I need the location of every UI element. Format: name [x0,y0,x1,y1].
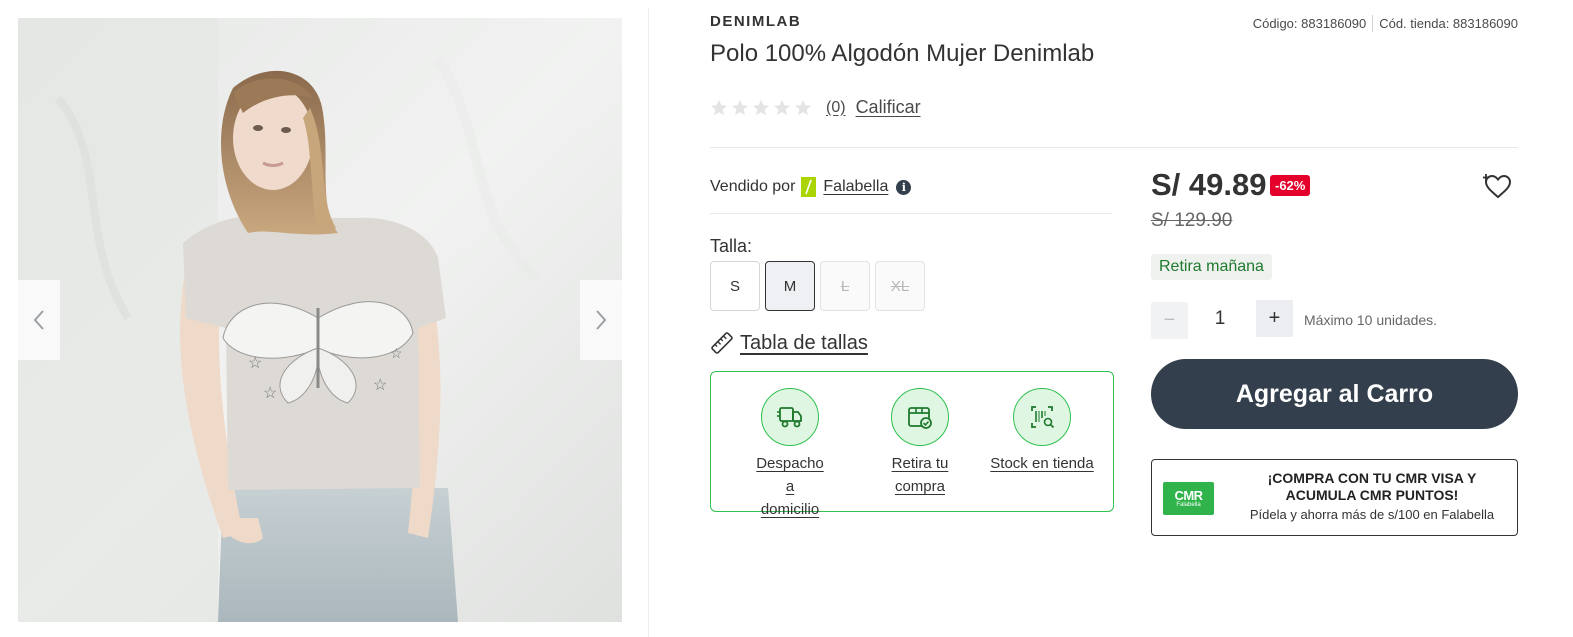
star-icon [710,99,728,115]
header-divider [710,147,1518,148]
column-divider [648,8,649,637]
cmr-promo-title: ¡COMPRA CON TU CMR VISA Y ACUMULA CMR PU… [1234,470,1510,504]
star-icon [773,99,791,115]
delivery-option-label: Retira tu compra [892,452,949,498]
svg-text:☆: ☆ [390,345,403,361]
cmr-logo-subtext: Falabella [1176,501,1201,508]
add-to-wishlist-heart-icon[interactable] [1483,172,1513,200]
rating-count-link[interactable]: (0) [826,99,846,117]
svg-text:☆: ☆ [373,377,387,394]
delivery-label-line: compra [894,478,945,495]
delivery-option-label: Despacho a domicilio [750,452,830,521]
add-to-cart-button[interactable]: Agregar al Carro [1151,359,1518,429]
quantity-input[interactable]: 1 [1200,308,1240,330]
pickup-availability-badge: Retira mañana [1151,254,1272,280]
cmr-promo-subtitle: Pídela y ahorra más de s/100 en Falabell… [1249,507,1495,522]
product-codes: Código: 883186090 Cód. tienda: 883186090 [1253,15,1518,32]
delivery-label-line: domicilio [760,501,820,518]
delivery-label-line: Despacho a [756,455,824,495]
delivery-label-line: Retira tu [891,455,949,472]
delivery-label-line: Stock en tienda [990,455,1094,472]
info-icon[interactable]: i [896,179,912,195]
ruler-icon [711,332,733,354]
delivery-icon-circle [1013,388,1071,446]
product-code: Código: 883186090 [1252,16,1367,31]
product-brand[interactable]: DENIMLAB [710,13,801,30]
svg-text:☆: ☆ [248,355,262,372]
cmr-promo-text: ¡COMPRA CON TU CMR VISA Y ACUMULA CMR PU… [1234,470,1510,522]
current-price: S/ 49.89 [1151,167,1267,202]
delivery-icon-circle [891,388,949,446]
star-icon [794,99,812,115]
star-icon [752,99,770,115]
delivery-option-store-stock[interactable]: Stock en tienda [990,388,1094,475]
svg-text:☆: ☆ [263,385,277,402]
gallery-prev-button[interactable] [18,280,60,360]
rate-product-link[interactable]: Calificar [856,97,921,118]
size-label: Talla: [710,236,753,256]
size-option-xl[interactable]: XL [875,261,925,311]
chevron-right-icon [596,310,607,330]
truck-icon [777,407,802,428]
star-icon [731,99,749,115]
seller-row: Vendido por Falabella i [710,177,912,197]
discount-badge: -62% [1270,175,1311,196]
chevron-left-icon [33,310,44,330]
quantity-decrease-button[interactable]: − [1151,302,1188,339]
gallery-next-button[interactable] [580,280,622,360]
product-photo[interactable]: ☆ ☆ ☆ ☆ [18,18,622,622]
product-image-gallery: ☆ ☆ ☆ ☆ [18,18,622,622]
cmr-logo-icon: CMR Falabella [1163,482,1214,515]
size-option-s[interactable]: S [710,261,760,311]
seller-prefix: Vendido por [710,178,796,195]
barcode-search-icon [1031,406,1055,429]
delivery-option-pickup[interactable]: Retira tu compra [880,388,960,498]
store-code: Cód. tienda: 883186090 [1379,16,1518,31]
seller-name-link[interactable]: Falabella [823,178,888,196]
size-option-l[interactable]: L [820,261,870,311]
size-guide-label: Tabla de tallas [740,331,868,354]
rating-row: (0) Calificar [710,97,921,118]
cmr-promo-banner[interactable]: CMR Falabella ¡COMPRA CON TU CMR VISA Y … [1151,459,1518,536]
original-price: S/ 129.90 [1151,210,1233,231]
size-selector: S M L XL [710,261,925,311]
quantity-increase-button[interactable]: + [1256,300,1293,337]
rating-stars[interactable] [710,99,812,117]
product-title: Polo 100% Algodón Mujer Denimlab [710,40,1095,67]
seller-divider [710,213,1112,214]
size-option-m[interactable]: M [765,261,815,311]
falabella-logo-icon [801,177,817,197]
cmr-title-line: ACUMULA CMR PUNTOS! [1285,487,1459,503]
delivery-option-label: Stock en tienda [990,452,1093,475]
quantity-max-note: Máximo 10 unidades. [1304,312,1438,328]
delivery-icon-circle [761,388,819,446]
delivery-options-box: Despacho a domicilio Retira tu compra St… [710,371,1114,518]
size-guide-link[interactable]: Tabla de tallas [710,331,868,355]
delivery-option-home[interactable]: Despacho a domicilio [750,388,830,521]
cmr-logo-text: CMR [1174,487,1203,503]
store-pickup-icon [908,407,932,429]
cmr-title-line: ¡COMPRA CON TU CMR VISA Y [1267,470,1477,486]
codes-separator [1372,15,1374,32]
